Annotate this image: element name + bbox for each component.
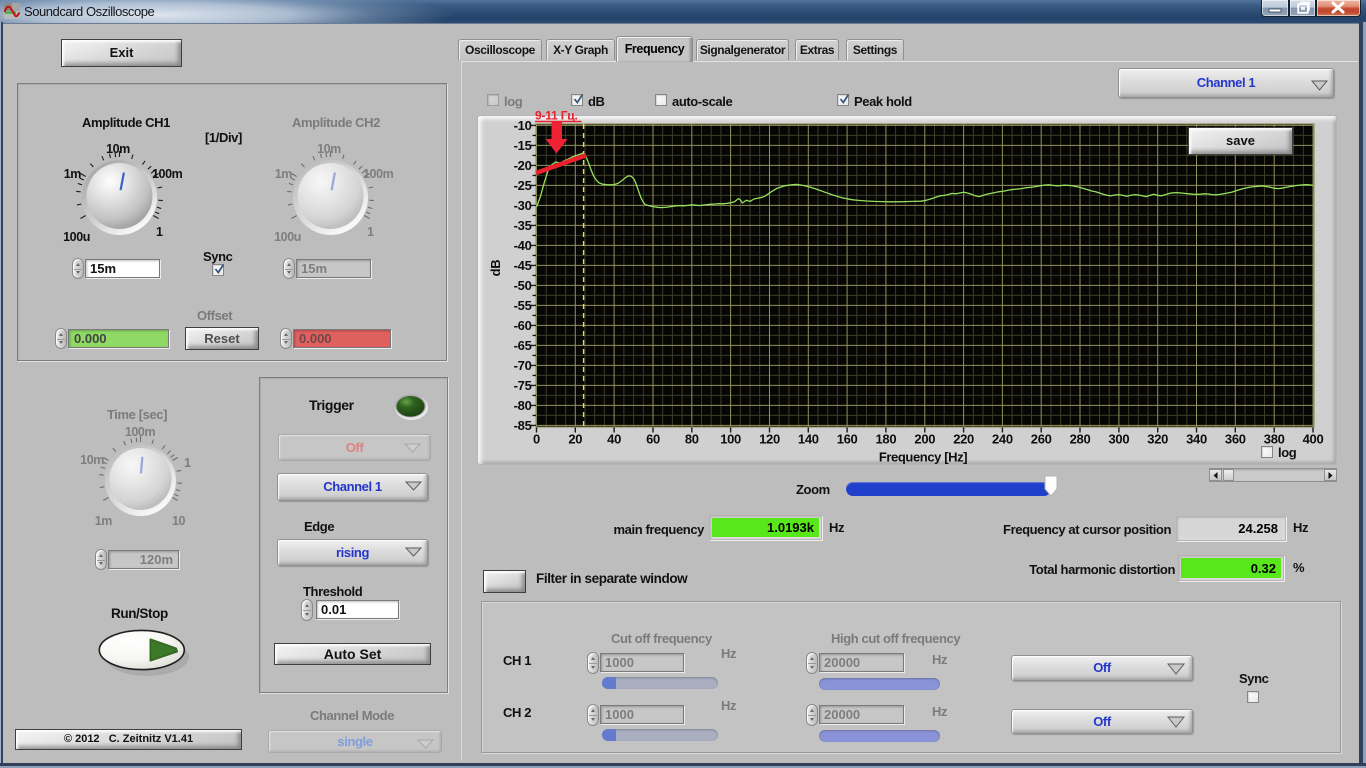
svg-text:10m: 10m xyxy=(80,453,104,467)
svg-text:1: 1 xyxy=(184,456,191,470)
svg-text:100u: 100u xyxy=(274,230,301,244)
svg-text:1m: 1m xyxy=(275,167,293,181)
svg-text:100m: 100m xyxy=(152,167,183,181)
svg-text:1m: 1m xyxy=(64,167,82,181)
svg-text:100m: 100m xyxy=(125,425,156,439)
svg-text:100m: 100m xyxy=(363,167,394,181)
svg-text:10: 10 xyxy=(172,514,186,528)
svg-text:100u: 100u xyxy=(63,230,90,244)
svg-text:10m: 10m xyxy=(317,142,341,156)
svg-text:1: 1 xyxy=(367,225,374,239)
svg-text:10m: 10m xyxy=(106,142,130,156)
svg-text:1m: 1m xyxy=(95,514,113,528)
svg-text:1: 1 xyxy=(156,225,163,239)
